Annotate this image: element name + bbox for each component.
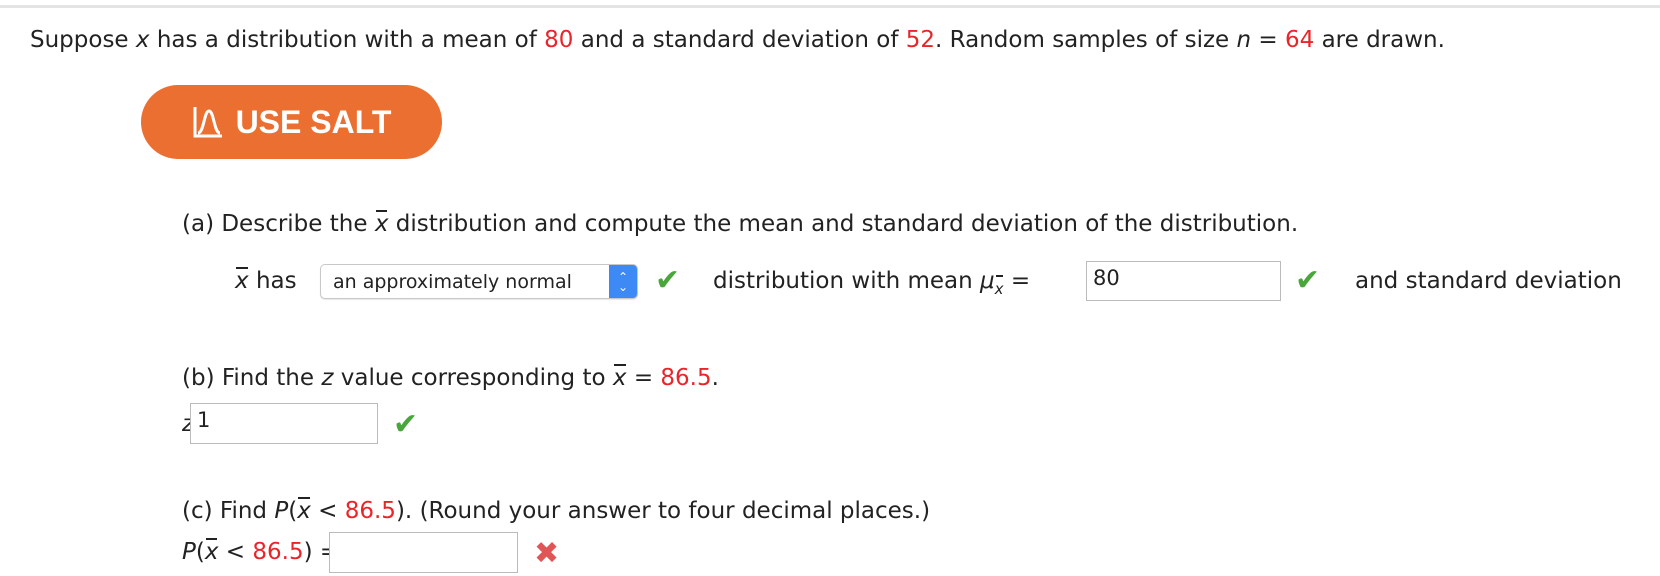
rounding-note: (Round your answer to four decimal place…: [419, 498, 931, 524]
var-p: P: [182, 539, 196, 565]
text: .: [711, 365, 719, 391]
part-a-prompt: (a) Describe the x distribution and comp…: [182, 209, 1298, 239]
text: value corresponding to: [340, 365, 606, 391]
text: are drawn.: [1321, 27, 1445, 53]
var-x: x: [135, 27, 150, 53]
text: . Random samples of size: [935, 27, 1230, 53]
sd-value: 52: [905, 27, 936, 53]
use-salt-button[interactable]: USE SALT: [141, 85, 442, 159]
x-bar: x: [374, 210, 389, 237]
x-bar: x: [297, 497, 311, 524]
part-c-prompt: (c) Find P(x < 86.5). (Round your answer…: [182, 496, 930, 526]
x-bar: x: [204, 538, 219, 565]
chevron-up-down-icon: ⌃ ⌄: [609, 265, 637, 298]
correct-check-icon: ✔: [1295, 263, 1321, 298]
text: (c) Find: [182, 498, 268, 524]
part-b-prompt: (b) Find the z value corresponding to x …: [182, 363, 719, 393]
problem-statement: Suppose x has a distribution with a mean…: [30, 25, 1445, 55]
text: has a distribution with a mean of: [156, 27, 537, 53]
text: <: [318, 498, 338, 524]
xbar-value: 86.5: [252, 539, 304, 565]
var-n: n: [1236, 27, 1252, 53]
text: and a standard deviation of: [580, 27, 899, 53]
correct-check-icon: ✔: [655, 263, 681, 298]
incorrect-x-icon: ✖: [534, 536, 560, 571]
part-a-mean-label: distribution with mean μx =: [713, 266, 1030, 304]
correct-check-icon: ✔: [393, 407, 419, 442]
x-bar-subscript: x: [995, 274, 1004, 304]
mean-value: 80: [544, 27, 574, 53]
text: (: [288, 498, 298, 524]
mean-input[interactable]: 80: [1086, 261, 1281, 301]
distribution-select[interactable]: an approximately normal ⌃ ⌄: [320, 264, 638, 299]
use-salt-label: USE SALT: [235, 103, 392, 140]
bell-curve-icon: [193, 107, 222, 138]
z-input[interactable]: 1: [190, 403, 378, 444]
xbar-value: 86.5: [344, 498, 396, 524]
probability-input[interactable]: [329, 532, 518, 573]
top-divider: [0, 5, 1660, 8]
text: =: [1010, 268, 1031, 294]
text: (: [195, 539, 205, 565]
text: distribution and compute the mean and st…: [395, 211, 1299, 237]
xbar-value: 86.5: [660, 365, 712, 391]
select-value: an approximately normal: [333, 270, 572, 293]
mu-symbol: μ: [980, 268, 995, 294]
n-value: 64: [1284, 27, 1315, 53]
text: (a) Describe the: [182, 211, 368, 237]
sd-label: and standard deviation: [1355, 268, 1622, 294]
probability-label: P(x < 86.5) =: [182, 537, 339, 567]
x-bar: x: [235, 267, 249, 294]
x-bar: x: [612, 364, 627, 391]
text: <: [225, 539, 246, 565]
text: distribution with mean: [713, 268, 973, 294]
text: =: [633, 365, 654, 391]
text: has: [255, 268, 297, 294]
text: ).: [395, 498, 413, 524]
text: Suppose: [30, 27, 129, 53]
var-z: z: [321, 365, 334, 391]
text: (b) Find the: [182, 365, 315, 391]
var-p: P: [274, 498, 289, 524]
text: =: [1258, 27, 1278, 53]
part-a-xbar-has: x has: [235, 266, 297, 296]
